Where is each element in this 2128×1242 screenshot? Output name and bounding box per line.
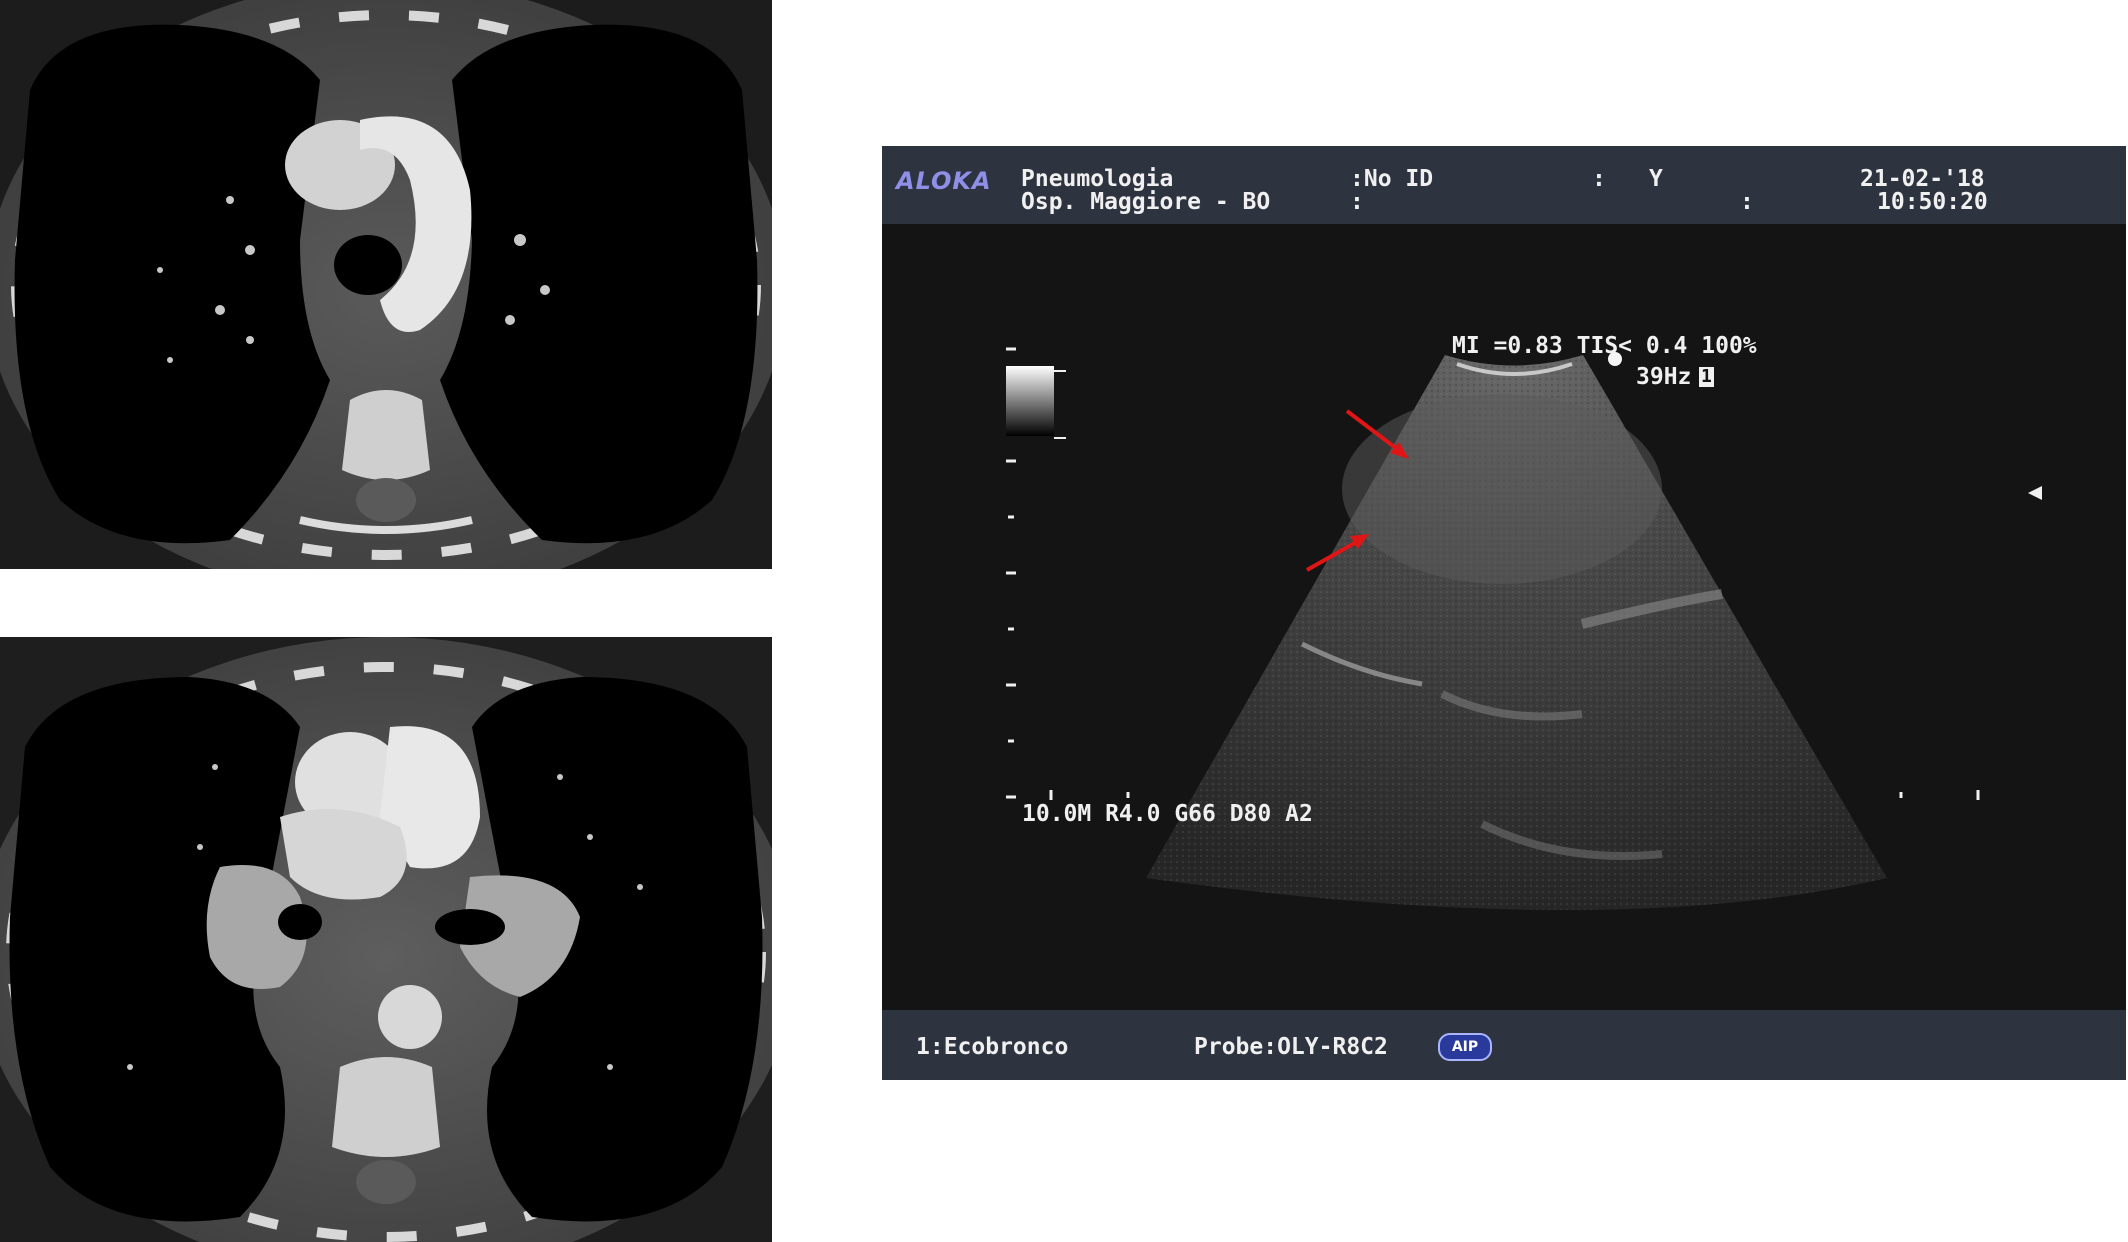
framerate-readout: 39Hz <box>1636 364 1692 390</box>
ultrasound-screen: ALOKA Pneumologia Osp. Maggiore - BO :No… <box>882 146 2126 1080</box>
scan-parameters: 10.0M R4.0 G66 D80 A2 <box>1022 801 1313 827</box>
ultrasound-header: ALOKA Pneumologia Osp. Maggiore - BO :No… <box>882 146 2126 224</box>
ct-scan-upper <box>0 0 772 569</box>
mi-tis-readout: MI =0.83 TIS< 0.4 100% <box>1452 333 1757 359</box>
y-label: Y <box>1649 166 1663 192</box>
patient-id-label: :No ID <box>1350 166 1434 192</box>
ultrasound-footer: 1:Ecobronco Probe:OLY-R8C2 <box>882 1010 2126 1080</box>
separator-colon: : <box>1350 189 1364 215</box>
department-label: Pneumologia <box>1021 166 1174 192</box>
separator-colon: : <box>1740 189 1754 215</box>
hospital-label: Osp. Maggiore - BO <box>1021 189 1271 215</box>
probe-label: Probe:OLY-R8C2 <box>1194 1034 1388 1060</box>
brand-logo: ALOKA <box>896 167 992 195</box>
time-readout: 10:50:20 <box>1877 189 1988 215</box>
ct-scan-lower <box>0 637 772 1242</box>
separator-colon: : <box>1592 166 1606 192</box>
grayscale-bar <box>1006 366 1066 439</box>
ultrasound-image-area: MI =0.83 TIS< 0.4 100% 39Hz 1 10.0M R4.0… <box>882 224 2126 1010</box>
focus-marker-icon <box>2028 486 2042 500</box>
mode-label: 1:Ecobronco <box>916 1034 1069 1060</box>
aip-badge: AIP <box>1438 1033 1492 1061</box>
frame-marker: 1 <box>1699 366 1714 387</box>
date-readout: 21-02-'18 <box>1860 166 1985 192</box>
